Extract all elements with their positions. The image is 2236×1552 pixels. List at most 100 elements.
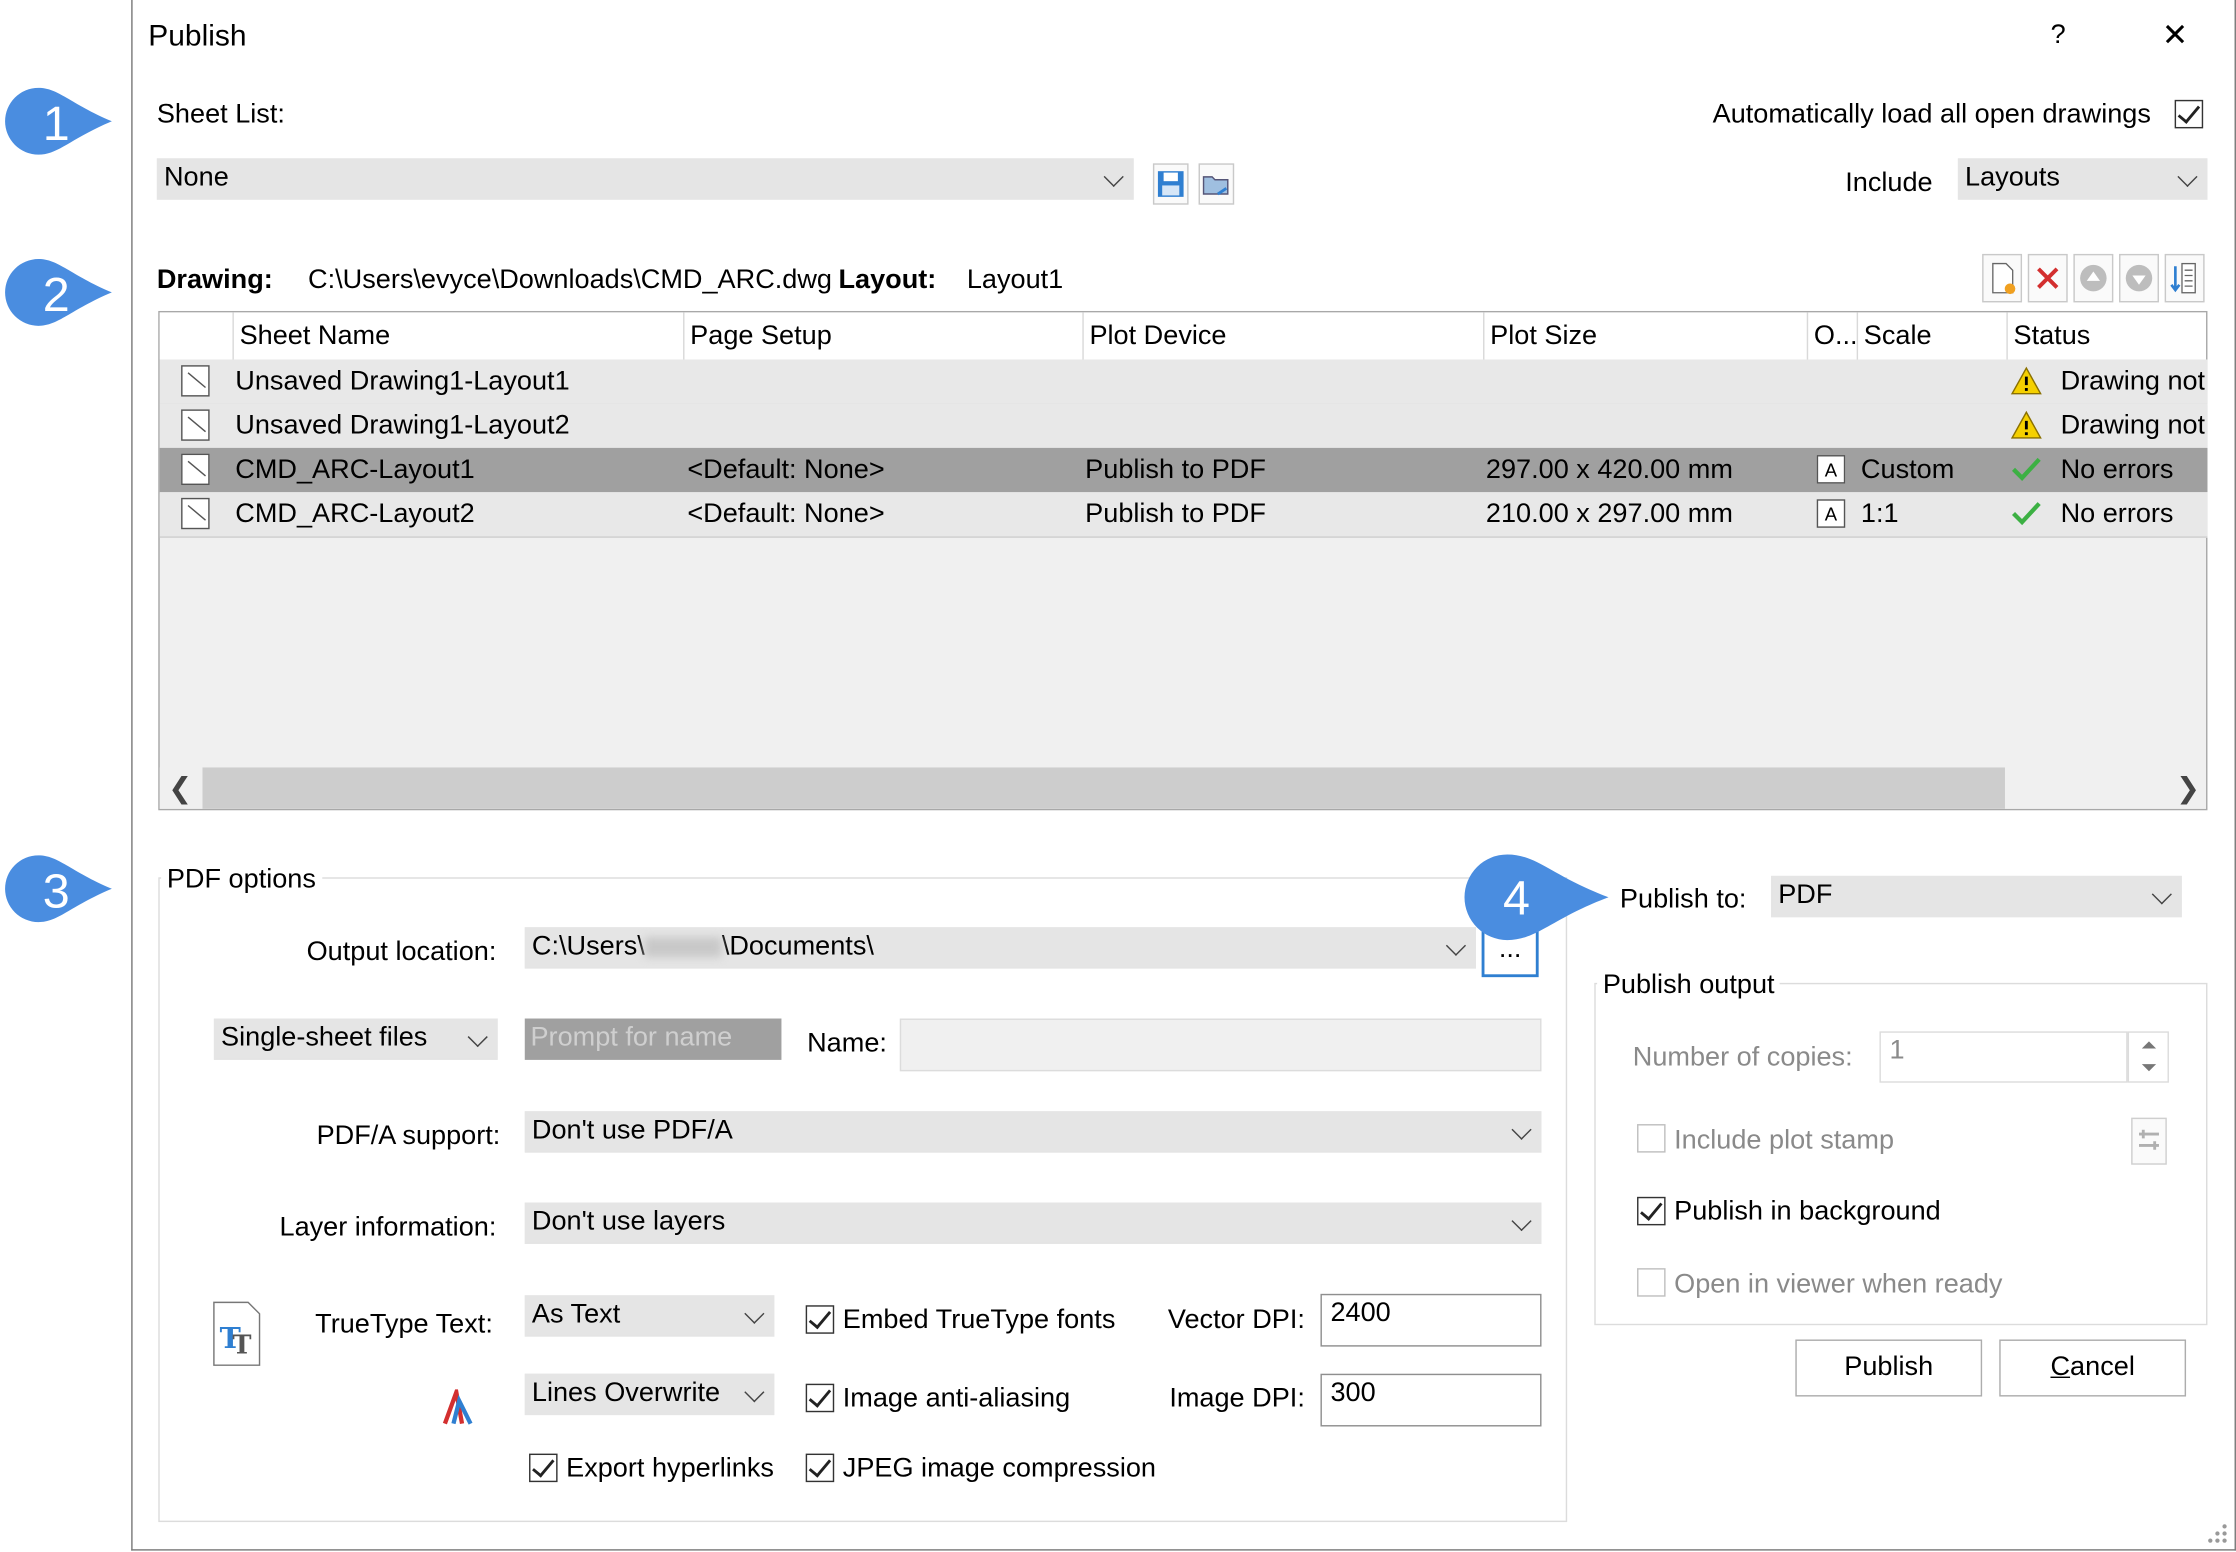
layer-label: Layer information: — [279, 1212, 497, 1243]
table-row-selected[interactable]: CMD_ARC-Layout1 <Default: None> Publish … — [159, 447, 2208, 494]
pdfa-label: PDF/A support: — [316, 1121, 501, 1152]
load-sheet-list-icon[interactable] — [1198, 163, 1235, 206]
column-plot-device[interactable]: Plot Device — [1089, 314, 1226, 360]
export-hyperlinks-label: Export hyperlinks — [566, 1453, 774, 1484]
plot-device: Publish to PDF — [1085, 455, 1266, 486]
name-field[interactable] — [899, 1018, 1542, 1072]
layer-select[interactable]: Don't use layers — [524, 1202, 1542, 1244]
callout-4-number: 4 — [1503, 871, 1530, 926]
layout-value: Layout1 — [966, 265, 1064, 296]
column-page-setup[interactable]: Page Setup — [690, 314, 832, 360]
publish-background-checkbox[interactable] — [1637, 1196, 1666, 1226]
column-sheet-name[interactable]: Sheet Name — [240, 314, 391, 360]
output-location-label: Output location: — [306, 937, 497, 968]
plot-size: 297.00 x 420.00 mm — [1485, 455, 1733, 486]
drawing-path: C:\Users\evyce\Downloads\CMD_ARC.dwg — [308, 265, 833, 296]
stepper-up-icon[interactable] — [2141, 1041, 2157, 1049]
antialias-checkbox[interactable] — [805, 1383, 835, 1413]
table-row[interactable]: CMD_ARC-Layout2 <Default: None> Publish … — [159, 492, 2208, 538]
help-button[interactable]: ? — [2051, 20, 2066, 51]
plot-stamp-settings-icon[interactable] — [2130, 1117, 2167, 1166]
column-plot-size[interactable]: Plot Size — [1490, 314, 1597, 360]
sheet-list-select[interactable]: None — [156, 158, 1134, 200]
auto-load-label: Automatically load all open drawings — [1712, 99, 2151, 130]
save-sheet-list-icon[interactable] — [1152, 163, 1189, 206]
export-hyperlinks-checkbox[interactable] — [529, 1453, 558, 1483]
sheet-name: Unsaved Drawing1-Layout1 — [235, 366, 570, 397]
publish-button[interactable]: Publish — [1795, 1339, 1983, 1397]
publish-to-label: Publish to: — [1619, 884, 1747, 915]
layout-label: Layout: — [838, 265, 937, 296]
jpeg-compression-checkbox[interactable] — [805, 1453, 835, 1483]
move-down-icon[interactable] — [2119, 253, 2159, 303]
window-title: Publish — [148, 19, 247, 53]
add-sheets-icon[interactable] — [1982, 253, 2023, 303]
sheet-details-icon[interactable] — [2164, 253, 2205, 303]
column-scale[interactable]: Scale — [1864, 314, 1932, 360]
cancel-button[interactable]: Cancel — [1999, 1339, 2187, 1397]
remove-sheets-icon[interactable] — [2027, 253, 2068, 303]
drawing-label: Drawing: — [156, 265, 273, 296]
sheet-icon — [181, 497, 210, 530]
resize-grip-icon[interactable] — [2202, 1518, 2231, 1547]
status-text: No errors — [2060, 455, 2174, 486]
lines-merge-icon — [442, 1389, 473, 1425]
scrollbar-thumb[interactable] — [202, 767, 2005, 809]
truetype-select[interactable]: As Text — [524, 1295, 775, 1337]
embed-fonts-checkbox[interactable] — [805, 1305, 835, 1334]
truetype-label: TrueType Text: — [315, 1309, 493, 1340]
plot-device: Publish to PDF — [1085, 499, 1266, 530]
close-button[interactable]: ✕ — [2162, 17, 2188, 54]
image-dpi-label: Image DPI: — [1169, 1383, 1305, 1414]
warning-icon — [2010, 410, 2042, 439]
copies-stepper[interactable] — [2127, 1031, 2169, 1083]
publish-background-label: Publish in background — [1674, 1196, 1941, 1227]
prompt-for-name-button[interactable]: Prompt for name — [524, 1018, 782, 1060]
redacted-username — [644, 937, 722, 958]
file-mode-select[interactable]: Single-sheet files — [213, 1018, 498, 1060]
open-viewer-checkbox[interactable] — [1637, 1268, 1666, 1297]
status-text: Drawing not — [2060, 366, 2206, 397]
include-select[interactable]: Layouts — [1957, 158, 2208, 200]
antialias-label: Image anti-aliasing — [842, 1383, 1071, 1414]
warning-icon — [2010, 366, 2042, 395]
plot-stamp-checkbox[interactable] — [1637, 1124, 1666, 1153]
ok-check-icon — [2011, 457, 2041, 481]
move-up-icon[interactable] — [2073, 253, 2114, 303]
table-row[interactable]: Unsaved Drawing1-Layout1 Drawing not — [159, 359, 2208, 406]
column-status[interactable]: Status — [2014, 314, 2091, 360]
table-row[interactable]: Unsaved Drawing1-Layout2 Drawing not — [159, 403, 2208, 450]
image-dpi-field[interactable]: 300 — [1320, 1373, 1542, 1427]
stepper-down-icon[interactable] — [2141, 1064, 2157, 1072]
page-setup: <Default: None> — [687, 499, 885, 530]
open-viewer-label: Open in viewer when ready — [1674, 1269, 2003, 1300]
chevron-down-icon — [744, 1303, 765, 1324]
scroll-left-icon[interactable]: ❮ — [168, 770, 192, 806]
lines-value: Lines Overwrite — [531, 1377, 721, 1408]
include-value: Layouts — [1965, 162, 2060, 193]
output-location-select[interactable]: C:\Users\ \Documents\ — [524, 927, 1476, 969]
publish-to-select[interactable]: PDF — [1771, 875, 2182, 918]
callout-1-number: 1 — [42, 97, 70, 152]
embed-fonts-label: Embed TrueType fonts — [842, 1305, 1116, 1336]
lines-select[interactable]: Lines Overwrite — [524, 1373, 775, 1416]
vector-dpi-field[interactable]: 2400 — [1320, 1293, 1542, 1347]
pdfa-value: Don't use PDF/A — [531, 1115, 733, 1146]
orientation-icon: A — [1816, 499, 1846, 528]
chevron-down-icon — [1103, 166, 1124, 187]
pdfa-select[interactable]: Don't use PDF/A — [524, 1111, 1542, 1153]
sheet-icon — [181, 409, 210, 441]
column-orientation[interactable]: O... — [1814, 314, 1858, 360]
truetype-icon: T T — [213, 1301, 261, 1366]
sheet-list-value: None — [163, 162, 229, 193]
chevron-down-icon — [2177, 166, 2198, 187]
copies-field[interactable]: 1 — [1879, 1031, 2128, 1083]
sheet-name: CMD_ARC-Layout2 — [235, 499, 475, 530]
include-label: Include — [1845, 168, 1933, 199]
sheet-icon — [181, 453, 210, 486]
horizontal-scrollbar[interactable]: ❮ ❯ — [159, 767, 2207, 809]
auto-load-checkbox[interactable] — [2174, 99, 2204, 129]
scroll-right-icon[interactable]: ❯ — [2176, 770, 2200, 806]
status-text: No errors — [2060, 499, 2174, 530]
chevron-down-icon — [467, 1026, 488, 1047]
